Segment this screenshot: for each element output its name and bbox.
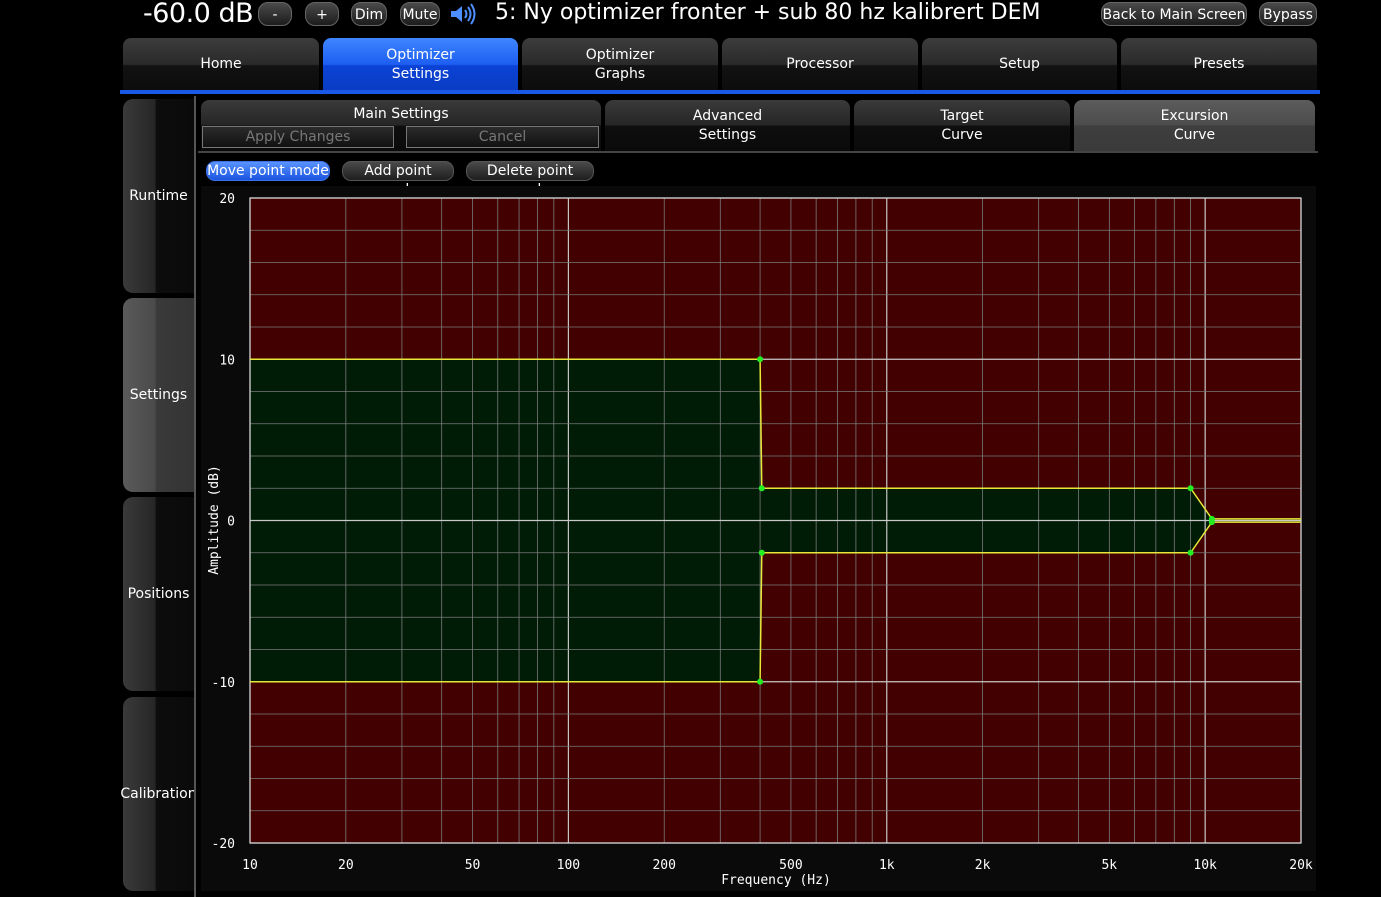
x-tick-label: 1k: [879, 858, 895, 873]
y-tick-label: 20: [219, 192, 235, 207]
excursion-curve-chart[interactable]: 10 20 50 100 200 500 1k 2k 5k 10k 20k 20100-10-20 …: [0, 0, 1381, 897]
x-tick-label: 10: [242, 858, 258, 873]
y-tick-label: -10: [212, 676, 235, 691]
x-tick-label: 5k: [1101, 858, 1117, 873]
x-tick-label: 20k: [1289, 858, 1313, 873]
curve-control-point[interactable]: [757, 678, 764, 685]
curve-control-point[interactable]: [757, 356, 764, 363]
curve-control-point[interactable]: [1208, 519, 1215, 526]
x-tick-label: 2k: [975, 858, 991, 873]
y-tick-label: 10: [219, 353, 235, 368]
x-tick-label: 10k: [1193, 858, 1217, 873]
x-tick-label: 100: [557, 858, 580, 873]
curve-control-point[interactable]: [758, 485, 765, 492]
curve-control-point[interactable]: [1187, 549, 1194, 556]
y-axis-label: Amplitude (dB): [207, 465, 222, 575]
y-tick-label: 0: [227, 515, 235, 530]
x-tick-label: 20: [338, 858, 354, 873]
x-tick-label: 50: [465, 858, 481, 873]
x-tick-label: 500: [779, 858, 802, 873]
x-tick-label: 200: [652, 858, 675, 873]
curve-control-point[interactable]: [758, 549, 765, 556]
x-axis-label: Frequency (Hz): [721, 873, 831, 888]
curve-control-point[interactable]: [1187, 485, 1194, 492]
y-tick-label: -20: [212, 837, 235, 852]
